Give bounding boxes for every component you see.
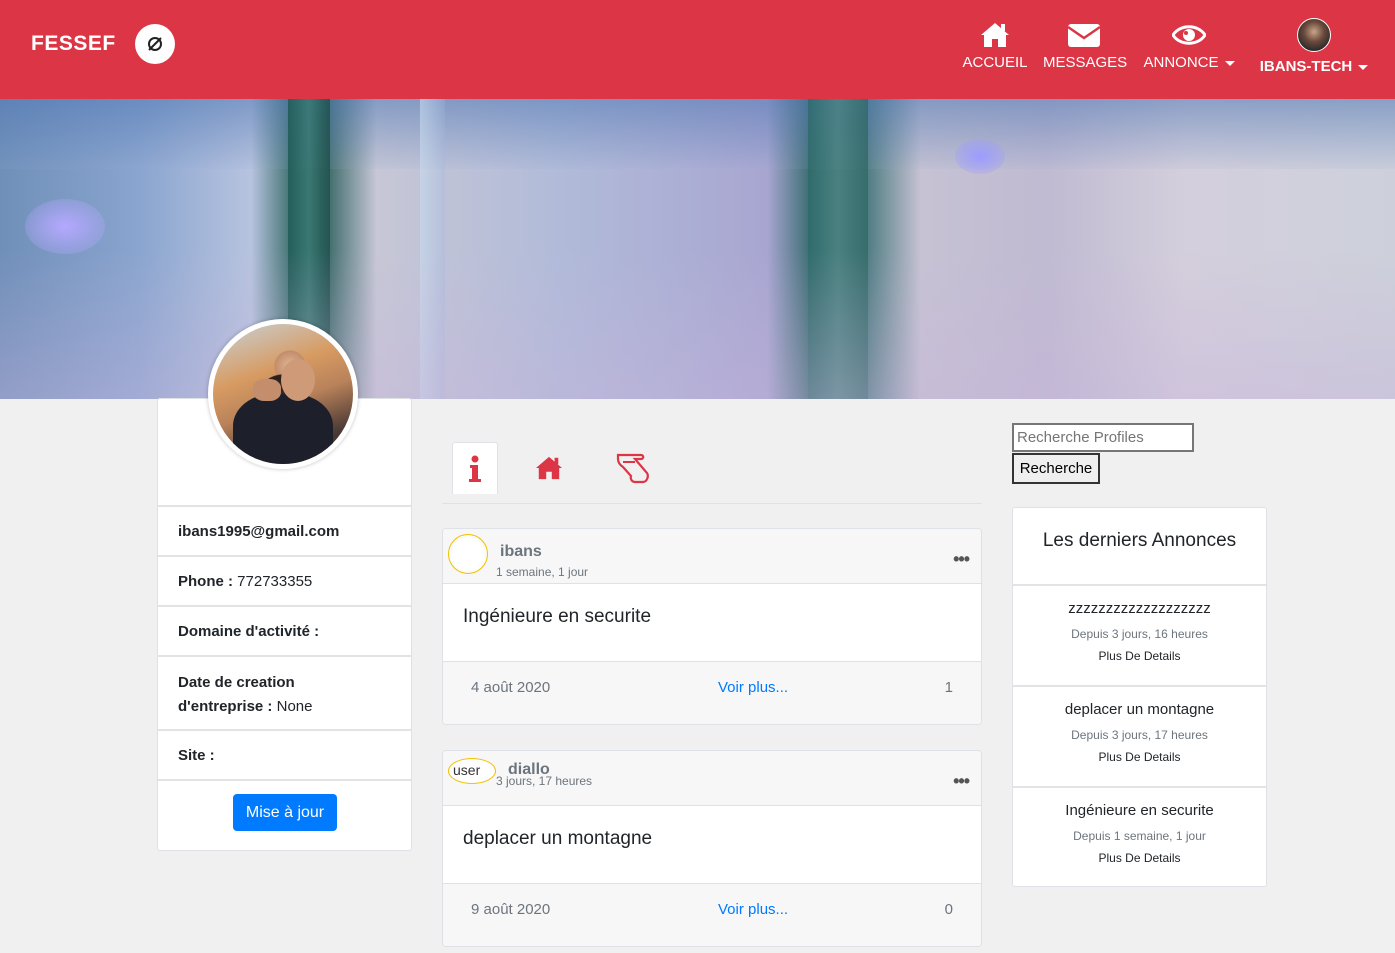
annonce-time: Depuis 3 jours, 16 heures bbox=[1071, 627, 1208, 641]
avatar bbox=[1297, 18, 1331, 52]
post-count: 1 bbox=[944, 679, 953, 696]
post-header: ibans 1 semaine, 1 jour ••• bbox=[443, 529, 981, 584]
annonce-title: Ingénieure en securite bbox=[1065, 802, 1214, 819]
post-date: 9 août 2020 bbox=[471, 901, 551, 918]
nav-user-label: IBANS-TECH bbox=[1259, 58, 1353, 75]
home-icon bbox=[536, 456, 562, 480]
post-time: 3 jours, 17 heures bbox=[496, 774, 593, 788]
profile-site: Site : bbox=[158, 729, 411, 779]
details-link[interactable]: Plus De Details bbox=[1013, 750, 1266, 764]
update-profile-button[interactable]: Mise à jour bbox=[233, 794, 337, 831]
nav-accueil-label: ACCUEIL bbox=[962, 54, 1028, 71]
voir-plus-link[interactable]: Voir plus... bbox=[718, 901, 788, 918]
envelope-icon bbox=[1067, 24, 1101, 47]
profile-email: ibans1995@gmail.com bbox=[158, 505, 411, 555]
profile-actions: Mise à jour bbox=[158, 779, 411, 851]
brand-logo-icon[interactable] bbox=[135, 24, 175, 64]
chevron-down-icon bbox=[1358, 64, 1369, 70]
annonce-time: Depuis 3 jours, 17 heures bbox=[1071, 728, 1208, 742]
nav-annonce-dropdown[interactable]: ANNONCE bbox=[1140, 20, 1238, 71]
search-profiles-input[interactable] bbox=[1012, 423, 1194, 452]
profile-domaine: Domaine d'activité : bbox=[158, 605, 411, 655]
voir-plus-link[interactable]: Voir plus... bbox=[718, 679, 788, 696]
list-item: Ingénieure en securite Depuis 1 semaine,… bbox=[1013, 786, 1266, 887]
post-footer: 4 août 2020 Voir plus... 1 bbox=[443, 661, 981, 724]
post-time: 1 semaine, 1 jour bbox=[496, 565, 589, 579]
profile-picture bbox=[208, 319, 358, 469]
nav-messages[interactable]: MESSAGES bbox=[1043, 20, 1128, 71]
post-title: deplacer un montagne bbox=[463, 828, 653, 849]
more-options-icon[interactable]: ••• bbox=[953, 771, 970, 792]
avatar: user bbox=[448, 758, 496, 784]
tab-annonces[interactable] bbox=[612, 442, 658, 494]
nav-user-dropdown[interactable]: IBANS-TECH bbox=[1255, 18, 1373, 75]
home-icon bbox=[981, 23, 1009, 47]
search-button[interactable]: Recherche bbox=[1012, 453, 1100, 484]
post-footer: 9 août 2020 Voir plus... 0 bbox=[443, 883, 981, 946]
post-author[interactable]: ibans bbox=[500, 543, 542, 561]
annonce-title: deplacer un montagne bbox=[1064, 701, 1215, 718]
post-card: user diallo 3 jours, 17 heures ••• depla… bbox=[442, 750, 982, 947]
avatar bbox=[448, 534, 488, 574]
nav-annonce-label: ANNONCE bbox=[1143, 54, 1219, 71]
brand-name[interactable]: FESSEF bbox=[31, 32, 116, 56]
profile-date-creation: Date de creation d'entreprise : None bbox=[158, 655, 411, 729]
annonces-title: Les derniers Annonces bbox=[1042, 530, 1237, 551]
nav-messages-label: MESSAGES bbox=[1043, 54, 1128, 71]
post-title: Ingénieure en securite bbox=[463, 606, 652, 627]
details-link[interactable]: Plus De Details bbox=[1013, 649, 1266, 663]
post-card: ibans 1 semaine, 1 jour ••• Ingénieure e… bbox=[442, 528, 982, 725]
navbar: FESSEF ACCUEIL MESSAGES ANNONCE IBANS-TE… bbox=[0, 0, 1395, 99]
post-header: user diallo 3 jours, 17 heures ••• bbox=[443, 751, 981, 806]
post-date: 4 août 2020 bbox=[471, 679, 551, 696]
cover-image bbox=[0, 99, 1395, 399]
post-count: 0 bbox=[944, 901, 953, 918]
profile-tabs bbox=[442, 442, 982, 504]
annonce-time: Depuis 1 semaine, 1 jour bbox=[1073, 829, 1206, 843]
list-item: zzzzzzzzzzzzzzzzzzz Depuis 3 jours, 16 h… bbox=[1013, 584, 1266, 685]
info-icon bbox=[469, 455, 481, 482]
nav-accueil[interactable]: ACCUEIL bbox=[962, 20, 1028, 71]
list-item: deplacer un montagne Depuis 3 jours, 17 … bbox=[1013, 685, 1266, 786]
more-options-icon[interactable]: ••• bbox=[953, 549, 970, 570]
annonce-title: zzzzzzzzzzzzzzzzzzz bbox=[1068, 600, 1211, 617]
eye-icon bbox=[1172, 25, 1206, 45]
profile-phone: Phone : 772733355 bbox=[158, 555, 411, 605]
details-link[interactable]: Plus De Details bbox=[1013, 851, 1266, 865]
tab-info[interactable] bbox=[452, 442, 498, 494]
pointing-hand-icon bbox=[616, 453, 649, 484]
chevron-down-icon bbox=[1224, 60, 1235, 66]
tab-home[interactable] bbox=[526, 442, 572, 494]
annonces-card: Les derniers Annonces zzzzzzzzzzzzzzzzzz… bbox=[1012, 507, 1267, 887]
